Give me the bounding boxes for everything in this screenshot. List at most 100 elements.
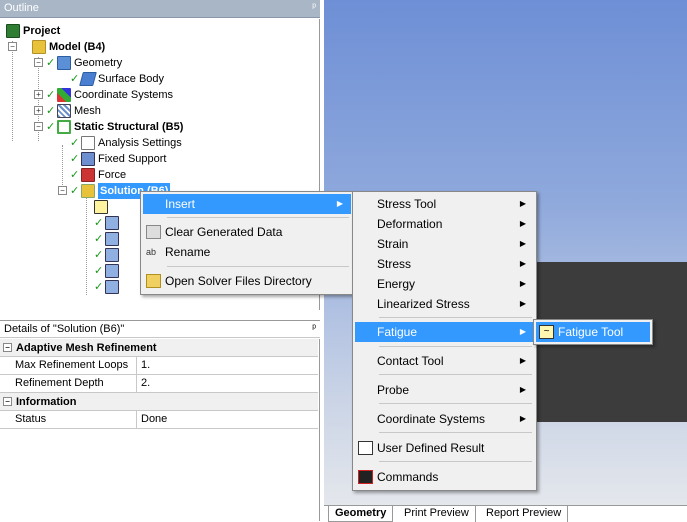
menu-item-commands[interactable]: Commands: [355, 467, 534, 487]
tree-item-analysis-settings[interactable]: ✓ Analysis Settings: [70, 135, 182, 151]
menu-item-fatigue[interactable]: Fatigue ▶: [355, 322, 534, 342]
pin-icon[interactable]: ᵖ: [312, 2, 316, 13]
collapse-icon[interactable]: −: [34, 122, 43, 131]
tree-item-solution-child[interactable]: ✓: [94, 263, 122, 279]
menu-item-stress[interactable]: Stress ▶: [355, 254, 534, 274]
check-icon: ✓: [46, 121, 56, 133]
tree-item-surface-body[interactable]: ✓ Surface Body: [70, 71, 164, 87]
tree-item-mesh[interactable]: ✓ Mesh: [46, 103, 101, 119]
menu-item-label: User Defined Result: [377, 441, 485, 455]
pin-icon[interactable]: ᵖ: [312, 323, 316, 334]
menu-item-rename[interactable]: ab Rename: [143, 242, 351, 262]
menu-item-label: Open Solver Files Directory: [165, 274, 312, 288]
tree-item-solution-child[interactable]: ✓: [94, 215, 122, 231]
eraser-icon: [146, 225, 161, 239]
outline-title-bar: Outline ᵖ: [0, 0, 320, 18]
tab-report-preview[interactable]: Report Preview: [480, 506, 569, 522]
details-row[interactable]: Max Refinement Loops 1.: [0, 357, 318, 375]
tree-item-solution-child[interactable]: ✓: [94, 279, 122, 295]
tree-item-label: Static Structural (B5): [74, 121, 184, 133]
rename-icon: ab: [146, 247, 157, 257]
static-structural-icon: [57, 120, 71, 134]
tree-item-solution-child[interactable]: ✓: [94, 231, 122, 247]
insert-submenu: Stress Tool ▶ Deformation ▶ Strain ▶ Stress…: [352, 191, 537, 491]
menu-item-label: Fatigue: [377, 325, 418, 339]
tree-item-project[interactable]: Project: [6, 23, 60, 39]
section-label: Information: [16, 395, 77, 408]
menu-item-stress-tool[interactable]: Stress Tool ▶: [355, 194, 534, 214]
tree-item-solution-child[interactable]: [94, 199, 111, 215]
menu-item-insert[interactable]: Insert ▶: [143, 194, 351, 214]
details-row[interactable]: Status Done: [0, 411, 318, 429]
tree-item-coordinate-systems[interactable]: ✓ Coordinate Systems: [46, 87, 173, 103]
tree-item-model[interactable]: Model (B4): [20, 39, 105, 55]
collapse-icon[interactable]: −: [3, 343, 12, 352]
menu-item-contact-tool[interactable]: Contact Tool ▶: [355, 351, 534, 371]
check-icon: ✓: [94, 217, 104, 229]
collapse-icon[interactable]: −: [58, 186, 67, 195]
menu-item-user-defined-result[interactable]: User Defined Result: [355, 438, 534, 458]
tab-geometry[interactable]: Geometry: [328, 506, 394, 522]
submenu-arrow-icon: ▶: [519, 385, 526, 394]
property-value: Done: [141, 413, 168, 425]
check-icon: ✓: [94, 249, 104, 261]
check-icon: ✓: [70, 153, 80, 165]
property-name: Refinement Depth: [0, 375, 137, 392]
information-icon: [94, 200, 108, 214]
collapse-icon[interactable]: −: [34, 58, 43, 67]
collapse-icon[interactable]: −: [3, 397, 12, 406]
fatigue-tool-icon: ~: [539, 325, 554, 339]
context-menu: Insert ▶ Clear Generated Data ab Rename …: [140, 191, 354, 295]
submenu-arrow-icon: ▶: [519, 199, 526, 208]
solution-icon: [81, 184, 95, 198]
menu-item-probe[interactable]: Probe ▶: [355, 380, 534, 400]
menu-item-label: Insert: [165, 197, 196, 211]
tree-item-label: Model (B4): [49, 41, 106, 53]
tab-print-preview[interactable]: Print Preview: [398, 506, 476, 522]
details-title-bar: Details of "Solution (B6)" ᵖ: [0, 320, 320, 338]
check-icon: ✓: [70, 185, 80, 197]
geometry-icon: [57, 56, 71, 70]
result-icon: [105, 280, 119, 294]
menu-item-label: Rename: [165, 245, 211, 259]
tree-item-solution-child[interactable]: ✓: [94, 247, 122, 263]
tree-item-static-structural[interactable]: ✓ Static Structural (B5): [46, 119, 183, 135]
expand-icon[interactable]: +: [34, 106, 43, 115]
tree-item-force[interactable]: ✓ Force: [70, 167, 126, 183]
menu-item-linearized-stress[interactable]: Linearized Stress ▶: [355, 294, 534, 314]
fatigue-submenu: ~ Fatigue Tool: [533, 319, 653, 345]
check-icon: ✓: [46, 105, 56, 117]
menu-item-label: Fatigue Tool: [558, 325, 624, 339]
tree-item-fixed-support[interactable]: ✓ Fixed Support: [70, 151, 166, 167]
details-section-header[interactable]: − Information: [0, 393, 318, 411]
result-icon: [105, 264, 119, 278]
tree-item-label: Surface Body: [98, 73, 165, 85]
menu-item-clear-generated-data[interactable]: Clear Generated Data: [143, 222, 351, 242]
details-row[interactable]: Refinement Depth 2.: [0, 375, 318, 393]
property-value[interactable]: 1.: [137, 357, 150, 374]
user-defined-result-icon: [358, 441, 373, 455]
menu-item-coordinate-systems[interactable]: Coordinate Systems ▶: [355, 409, 534, 429]
menu-item-deformation[interactable]: Deformation ▶: [355, 214, 534, 234]
submenu-arrow-icon: ▶: [519, 299, 526, 308]
menu-item-strain[interactable]: Strain ▶: [355, 234, 534, 254]
submenu-arrow-icon: ▶: [519, 327, 526, 336]
collapse-icon[interactable]: −: [8, 42, 17, 51]
expand-icon[interactable]: +: [34, 90, 43, 99]
tree-item-geometry[interactable]: ✓ Geometry: [46, 55, 122, 71]
menu-item-label: Stress Tool: [377, 197, 437, 211]
property-value[interactable]: 2.: [137, 375, 150, 392]
result-icon: [105, 232, 119, 246]
check-icon: ✓: [70, 137, 80, 149]
check-icon: ✓: [94, 265, 104, 277]
menu-item-energy[interactable]: Energy ▶: [355, 274, 534, 294]
coordinate-systems-icon: [57, 88, 71, 102]
property-name: Max Refinement Loops: [0, 357, 137, 374]
menu-item-fatigue-tool[interactable]: ~ Fatigue Tool: [536, 322, 650, 342]
menu-item-label: Energy: [377, 277, 416, 291]
details-section-header[interactable]: − Adaptive Mesh Refinement: [0, 339, 318, 357]
details-grid: − Adaptive Mesh Refinement Max Refinemen…: [0, 339, 320, 521]
tree-item-label: Fixed Support: [98, 153, 167, 165]
menu-item-open-solver-files-directory[interactable]: Open Solver Files Directory: [143, 271, 351, 291]
check-icon: ✓: [94, 233, 104, 245]
